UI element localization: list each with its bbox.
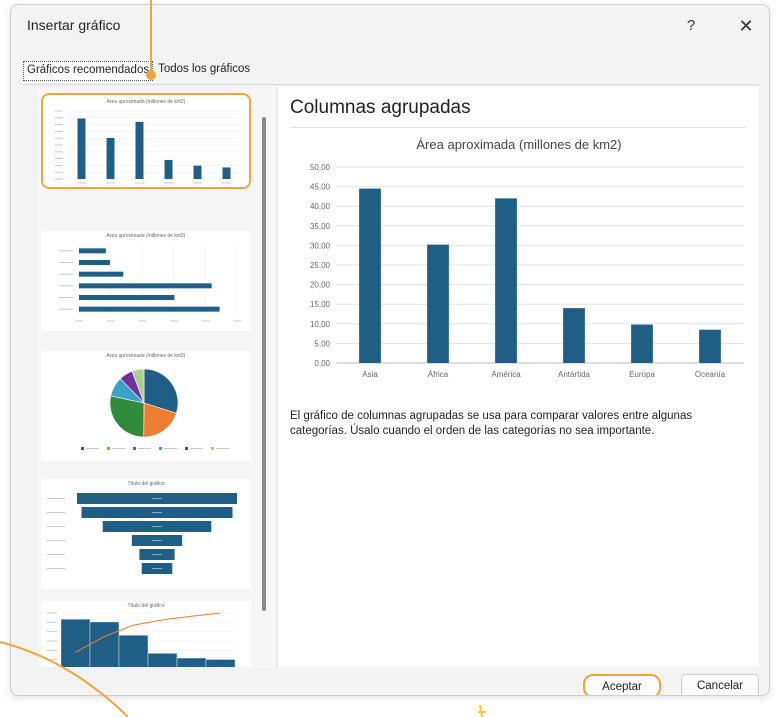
x-tick-label: Antártida xyxy=(558,370,591,379)
chart-title: Área aproximada (millones de km2) xyxy=(416,137,621,152)
chart-type-heading: Columnas agrupadas xyxy=(290,97,471,118)
chart-x-tick-labels: Asia África América Antártida Europa Oceanía xyxy=(362,370,725,379)
thumbnail-pareto-bar xyxy=(60,618,91,667)
y-tick-label: 20,00 xyxy=(310,281,331,290)
thumbnail-column-chart xyxy=(55,110,241,184)
thumbnail-bar xyxy=(79,260,110,265)
thumbnail-pie-svg xyxy=(81,368,229,450)
thumbnail-legend-swatch xyxy=(185,447,188,450)
thumbnail-clustered-column[interactable]: Área aproximada (millones de km2) xyxy=(39,91,253,191)
x-tick-label: Oceanía xyxy=(695,370,726,379)
thumbnail-column-bar xyxy=(106,137,115,179)
title-bar: Insertar gráfico ? ✕ xyxy=(11,5,769,45)
annotation-pointer-line xyxy=(150,0,152,74)
chart-gridlines xyxy=(336,166,744,364)
thumbnail-legend-swatch xyxy=(211,447,214,450)
bar-europa xyxy=(631,324,653,363)
tab-all-charts[interactable]: Todos los gráficos xyxy=(155,61,253,81)
thumbnail-funnel-svg xyxy=(47,493,237,574)
thumbnail-pareto-bar xyxy=(118,634,149,667)
bar-antártida xyxy=(563,308,585,363)
thumbnail-bar-chart[interactable]: Área aproximada (millones de km2) xyxy=(41,231,251,331)
y-tick-label: 25,00 xyxy=(310,261,331,270)
thumbnail-bar xyxy=(79,283,212,289)
annotation-pointer-dot xyxy=(146,70,156,80)
chart-y-tick-labels: 0,00 5,00 10,00 15,00 20,00 25,00 30,00 35,00 40… xyxy=(310,163,331,368)
thumbnail-pie-chart[interactable]: Área aproximada (millones de km2) xyxy=(41,351,251,461)
y-tick-label: 15,00 xyxy=(310,300,331,309)
tab-strip: Gráficos recomendados Todos los gráficos xyxy=(23,61,253,81)
thumbnail-legend-swatch xyxy=(159,447,162,450)
thumbnail-pareto-bar xyxy=(89,621,120,667)
scrollbar-thumb[interactable] xyxy=(262,117,266,611)
thumbnail-column-bar xyxy=(222,167,231,179)
thumbnail-pareto-svg xyxy=(47,612,236,667)
thumbnail-legend-swatch xyxy=(81,447,84,450)
bar-asia xyxy=(359,188,381,363)
thumbnail-funnel-bars xyxy=(47,493,237,574)
recommended-charts-list: Área aproximada (millones de km2) Área a… xyxy=(37,87,275,667)
thumbnail-bar-svg xyxy=(59,245,241,322)
thumbnail-pareto-bar xyxy=(147,653,178,667)
bar-áfrica xyxy=(427,244,449,363)
chart-description: El gráfico de columnas agrupadas se usa … xyxy=(290,410,693,437)
thumbnail-pie-slices xyxy=(81,368,229,450)
x-tick-label: Asia xyxy=(362,370,378,379)
x-tick-label: África xyxy=(428,370,449,379)
thumbnail-pareto-marks xyxy=(47,612,236,667)
help-button[interactable]: ? xyxy=(679,14,703,38)
thumbnail-scrollbar[interactable] xyxy=(261,91,267,661)
tab-recommended-charts[interactable]: Gráficos recomendados xyxy=(23,61,154,81)
chart-preview-panel: Columnas agrupadas Área aproximada (mill… xyxy=(277,87,759,667)
thumbnail-column-bar xyxy=(135,121,144,179)
thumbnail-bar xyxy=(79,306,220,312)
bar-oceanía xyxy=(699,329,721,363)
bar-américa xyxy=(495,198,517,363)
preview-chart-svg: Área aproximada (millones de km2) 0,00 5,… xyxy=(310,137,744,379)
dialog-title: Insertar gráfico xyxy=(27,17,121,33)
x-tick-label: América xyxy=(491,370,521,379)
y-tick-label: 0,00 xyxy=(314,359,330,368)
heading-divider xyxy=(290,127,746,128)
thumbnail-column-bar xyxy=(164,159,173,179)
y-tick-label: 5,00 xyxy=(314,339,330,348)
thumbnail-pareto-chart[interactable]: Título del gráfico xyxy=(41,601,251,667)
thumbnail-column-bar xyxy=(193,165,202,179)
dialog-footer: Aceptar Cancelar xyxy=(11,667,769,695)
y-tick-label: 10,00 xyxy=(310,320,331,329)
thumbnail-funnel-chart[interactable]: Título del gráfico xyxy=(41,479,251,589)
x-tick-label: Europa xyxy=(629,370,655,379)
thumbnail-pareto-bar xyxy=(205,659,236,667)
y-tick-label: 40,00 xyxy=(310,202,331,211)
thumbnail-bar-bars xyxy=(59,245,241,322)
thumbnail-pareto-bar xyxy=(176,657,207,667)
chart-bars xyxy=(359,188,721,363)
y-tick-label: 45,00 xyxy=(310,183,331,192)
thumbnail-legend-swatch xyxy=(133,447,136,450)
thumbnail-bar xyxy=(79,295,175,300)
y-tick-label: 35,00 xyxy=(310,222,331,231)
insert-chart-dialog: Insertar gráfico ? ✕ Gráficos recomendad… xyxy=(10,4,770,696)
thumbnail-column-bars xyxy=(55,110,241,184)
accept-button[interactable]: Aceptar xyxy=(583,674,661,695)
cancel-button[interactable]: Cancelar xyxy=(681,674,759,695)
y-tick-label: 50,00 xyxy=(310,163,331,172)
thumbnail-bar xyxy=(79,248,106,254)
y-tick-label: 30,00 xyxy=(310,241,331,250)
tab-divider xyxy=(23,84,759,85)
thumbnail-column-bar xyxy=(77,118,86,179)
thumbnail-legend-swatch xyxy=(107,447,110,450)
preview-chart: Área aproximada (millones de km2) 0,00 5,… xyxy=(284,131,754,399)
close-button[interactable]: ✕ xyxy=(733,14,759,38)
thumbnail-bar xyxy=(79,271,124,277)
